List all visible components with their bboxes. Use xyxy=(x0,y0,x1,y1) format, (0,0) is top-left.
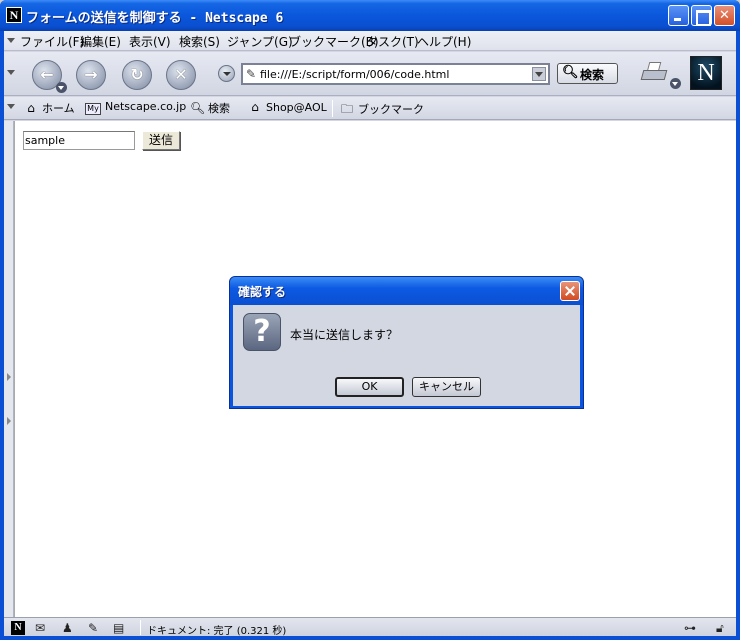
minimize-button[interactable] xyxy=(668,5,689,26)
dialog-close-button[interactable] xyxy=(560,281,580,301)
netscape-app-icon[interactable]: N xyxy=(6,7,22,23)
menu-edit[interactable]: 編集(E) xyxy=(80,33,121,50)
menu-tasks[interactable]: タスク(T) xyxy=(366,33,419,50)
my-netscape-icon: My xyxy=(85,103,101,115)
question-icon: ? xyxy=(243,313,281,351)
minimize-icon xyxy=(669,6,688,25)
stop-icon: ✕ xyxy=(174,65,188,84)
mail-icon[interactable]: ✉ xyxy=(35,621,45,635)
menu-search[interactable]: 検索(S) xyxy=(179,33,220,50)
url-bar[interactable]: ✎ file:///E:/script/form/006/code.html xyxy=(241,63,550,85)
url-history-button[interactable] xyxy=(218,65,235,82)
online-status-icon[interactable]: ⊶ xyxy=(684,621,696,635)
menu-view[interactable]: 表示(V) xyxy=(129,33,171,50)
print-button[interactable] xyxy=(640,60,670,86)
forward-button[interactable]: → xyxy=(76,60,106,90)
netscape-logo[interactable]: N xyxy=(690,56,722,90)
menu-file[interactable]: ファイル(F) xyxy=(20,33,84,50)
home-icon: ⌂ xyxy=(27,101,35,115)
close-icon: ✕ xyxy=(719,8,730,23)
search-icon: 🔍︎ xyxy=(190,101,206,115)
menu-bar: ファイル(F) 編集(E) 表示(V) 検索(S) ジャンプ(G) ブックマーク… xyxy=(4,31,736,51)
status-bar: N ✉ ♟ ✎ ▤ ドキュメント: 完了 (0.321 秒) ⊶ 🔓︎ xyxy=(4,617,736,637)
menubar-collapse-grip[interactable] xyxy=(6,34,15,48)
dialog-message: 本当に送信します？ xyxy=(290,328,399,342)
netscape-status-icon[interactable]: N xyxy=(11,621,25,635)
menu-help[interactable]: ヘルプ(H) xyxy=(417,33,471,50)
menu-go[interactable]: ジャンプ(G) xyxy=(227,33,293,50)
folder-icon: 🗀 xyxy=(340,102,353,116)
reload-button[interactable]: ↻ xyxy=(122,60,152,90)
url-dropdown-button[interactable] xyxy=(532,67,546,81)
personal-toolbar: ⌂ ホーム My Netscape.co.jp 🔍︎ 検索 ⌂ Shop@AOL 🗀 ブッ… xyxy=(4,97,736,120)
dialog-body: ? 本当に送信します？ OK キャンセル xyxy=(233,305,580,406)
bookmark-search-label: 検索 xyxy=(208,102,230,115)
bookmarks-folder-label: ブックマーク xyxy=(358,103,424,116)
personal-toolbar-collapse-grip[interactable] xyxy=(6,100,15,114)
sidebar-grip[interactable] xyxy=(4,121,14,621)
address-book-icon[interactable]: ▤ xyxy=(113,621,124,635)
magnifier-icon: 🔍︎ xyxy=(562,65,579,80)
reload-icon: ↻ xyxy=(130,65,144,84)
navbar-collapse-grip[interactable] xyxy=(6,66,15,80)
toolbar-separator xyxy=(332,100,333,117)
security-lock-icon[interactable]: 🔓︎ xyxy=(716,621,724,636)
submit-button[interactable]: 送信 xyxy=(142,131,180,150)
status-separator xyxy=(140,620,141,635)
aim-icon[interactable]: ♟ xyxy=(62,621,73,635)
printer-icon xyxy=(640,70,668,80)
forward-arrow-icon: → xyxy=(84,65,98,84)
close-button[interactable]: ✕ xyxy=(714,5,735,26)
status-text: ドキュメント: 完了 (0.321 秒) xyxy=(147,626,287,637)
url-text[interactable]: file:///E:/script/form/006/code.html xyxy=(260,68,449,81)
search-button-label: 検索 xyxy=(580,68,605,82)
page-icon: ✎ xyxy=(246,67,257,81)
bookmark-search[interactable]: 🔍︎ 検索 xyxy=(190,100,230,116)
maximize-button[interactable] xyxy=(691,5,712,26)
search-button[interactable]: 🔍︎ 検索 xyxy=(557,63,618,84)
composer-icon[interactable]: ✎ xyxy=(88,621,98,635)
back-history-dropdown[interactable] xyxy=(56,82,67,93)
sidebar-arrow-icon xyxy=(7,373,11,381)
bookmark-netscape-label: Netscape.co.jp xyxy=(105,100,187,113)
maximize-icon xyxy=(692,6,711,26)
window-title: フォームの送信を制御する - Netscape 6 xyxy=(26,11,284,26)
bookmark-netscape[interactable]: My Netscape.co.jp xyxy=(85,100,186,115)
ok-button[interactable]: OK xyxy=(335,377,404,397)
bookmark-shop-aol[interactable]: ⌂ Shop@AOL xyxy=(248,100,327,114)
text-input[interactable] xyxy=(23,131,135,150)
dialog-title: 確認する xyxy=(238,285,287,299)
stop-button[interactable]: ✕ xyxy=(166,60,196,90)
print-dropdown[interactable] xyxy=(670,78,681,89)
cancel-button[interactable]: キャンセル xyxy=(412,377,481,397)
bookmark-shop-label: Shop@AOL xyxy=(266,101,327,114)
bookmarks-folder[interactable]: 🗀 ブックマーク xyxy=(340,100,424,121)
title-bar[interactable]: N フォームの送信を制御する - Netscape 6 ✕ xyxy=(0,0,740,31)
dialog-title-bar[interactable]: 確認する xyxy=(230,277,583,305)
sidebar-arrow-icon xyxy=(7,417,11,425)
shop-icon: ⌂ xyxy=(251,100,259,114)
confirm-dialog: 確認する ? 本当に送信します？ OK キャンセル xyxy=(229,276,584,409)
navigation-toolbar: ← → ↻ ✕ ✎ file:///E:/script/form/006/cod… xyxy=(4,52,736,96)
browser-window: N フォームの送信を制御する - Netscape 6 ✕ ファイル(F) 編集… xyxy=(0,0,740,640)
bookmark-home-label: ホーム xyxy=(42,102,75,115)
bookmark-home[interactable]: ⌂ ホーム xyxy=(24,100,75,116)
